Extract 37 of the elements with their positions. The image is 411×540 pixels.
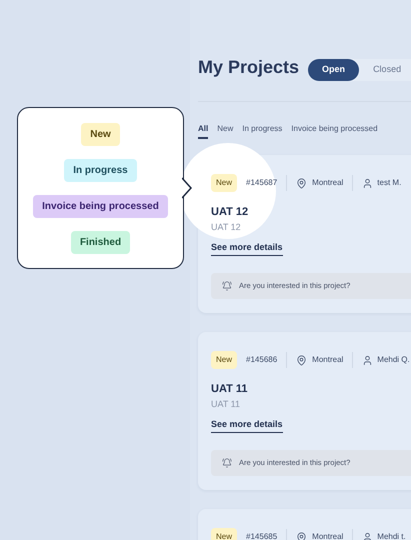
filter-tab[interactable]: Invoice being processed — [291, 123, 378, 139]
filter-tab[interactable]: In progress — [242, 123, 282, 139]
status-badge: Finished — [70, 230, 130, 254]
page-title: My Projects — [198, 56, 300, 79]
toggle-option[interactable]: Closed — [359, 59, 411, 81]
details-link[interactable]: See more details — [211, 418, 283, 432]
location-text: Montreal — [312, 354, 344, 366]
person-icon — [362, 178, 374, 188]
person-name: Mehdi Q. — [377, 354, 410, 366]
project-number: #145686 — [246, 354, 278, 366]
details-link[interactable]: See more details — [211, 241, 283, 256]
location-icon — [296, 178, 308, 188]
person-name: Mehdi t. — [377, 531, 406, 540]
person-icon — [362, 354, 374, 366]
bell-icon — [222, 281, 232, 291]
project-number: #145685 — [246, 531, 278, 540]
status-badge: Invoice being processed — [33, 194, 168, 218]
status-badge: New — [211, 528, 238, 540]
location-text: Montreal — [312, 177, 344, 189]
location-text: Montreal — [312, 531, 344, 540]
status-badge: New — [81, 122, 120, 146]
person-icon — [362, 532, 374, 540]
project-subtitle: UAT 12 — [211, 220, 242, 234]
location-icon — [296, 532, 308, 540]
status-badge: New — [211, 351, 238, 369]
status-badge: New — [211, 174, 238, 192]
project-number: #145687 — [246, 177, 278, 189]
project-subtitle: UAT 11 — [211, 398, 242, 410]
project-title: UAT 11 — [211, 382, 248, 397]
bell-icon — [222, 458, 232, 468]
filter-tab[interactable]: All — [198, 123, 208, 139]
person-name: test M. — [377, 177, 402, 189]
filter-tab[interactable]: New — [217, 123, 234, 139]
status-badge: In progress — [64, 158, 137, 182]
project-title: UAT 12 — [211, 205, 250, 220]
toggle-option[interactable]: Open — [308, 59, 360, 81]
location-icon — [296, 354, 308, 366]
